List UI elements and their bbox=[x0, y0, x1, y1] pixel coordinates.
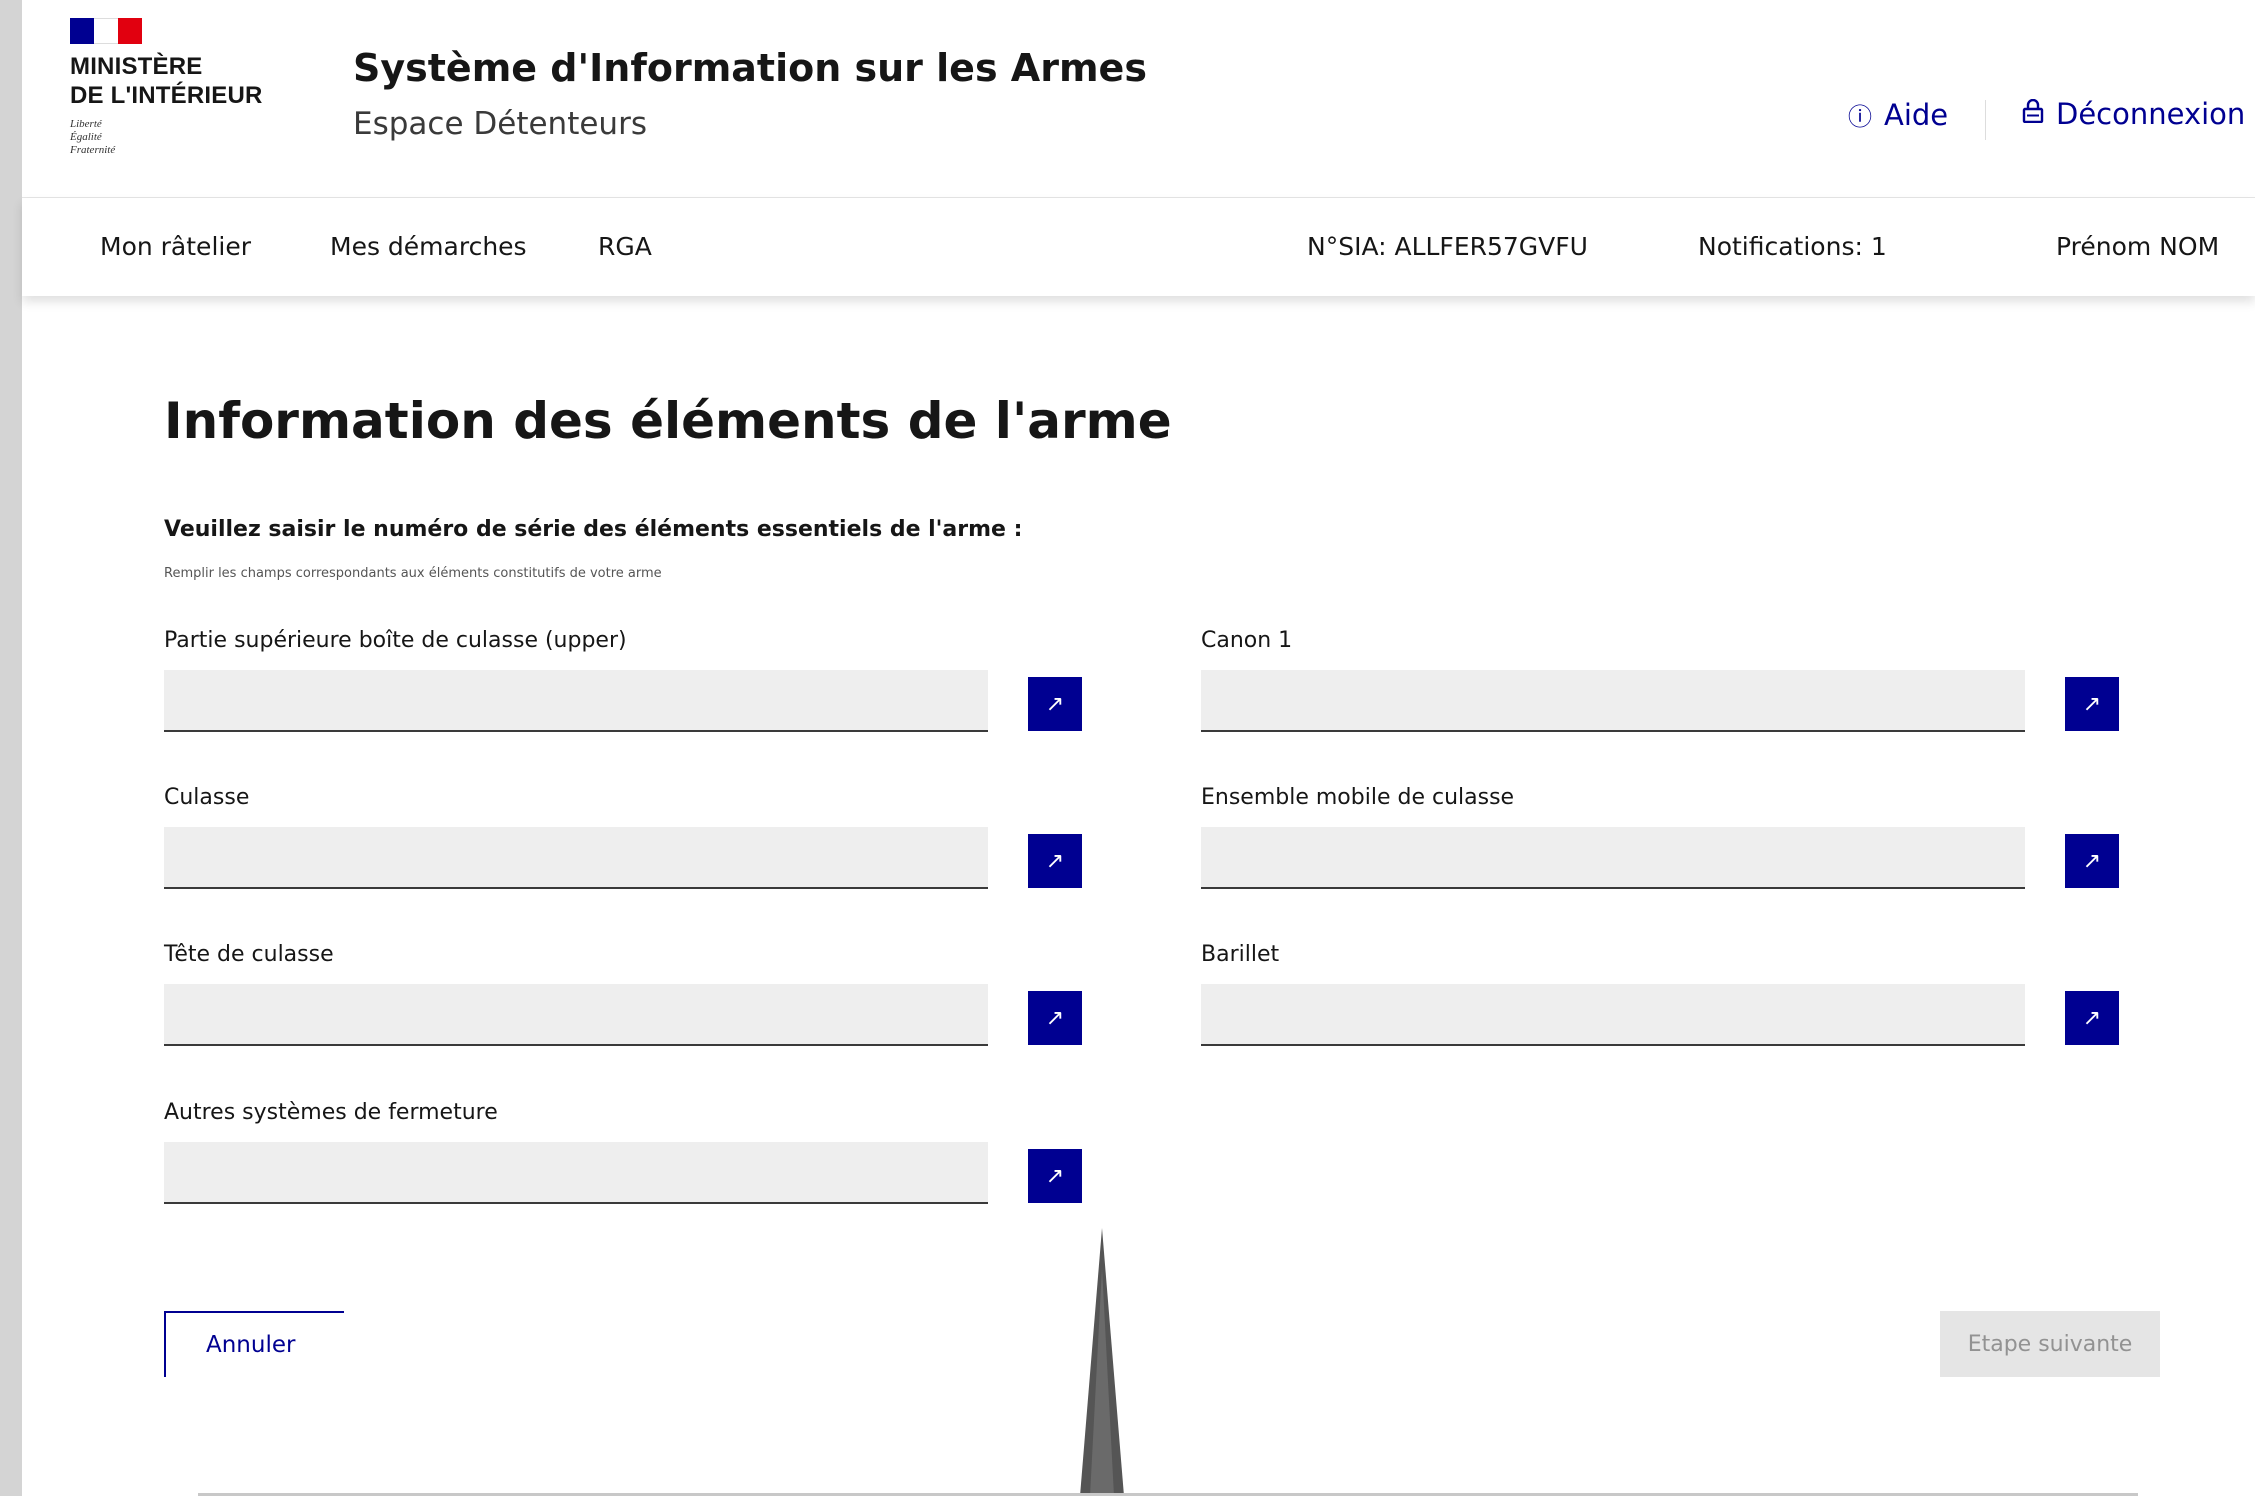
label-ensemble-mobile: Ensemble mobile de culasse bbox=[1201, 785, 1515, 810]
nav-item-notifications[interactable]: Notifications: 1 bbox=[1698, 232, 1887, 261]
ensemble-mobile-link-button[interactable]: ↗ bbox=[2065, 834, 2119, 888]
external-link-icon: ↗ bbox=[2082, 848, 2102, 874]
canon-1-input[interactable] bbox=[1201, 670, 2025, 732]
window-left-edge bbox=[0, 0, 22, 1496]
toolbar-divider bbox=[1985, 100, 1986, 140]
nav-item-rga[interactable]: RGA bbox=[598, 232, 652, 261]
republic-motto: Liberté Égalité Fraternité bbox=[70, 118, 115, 157]
page: MINISTÈRE DE L'INTÉRIEUR Liberté Égalité… bbox=[22, 0, 2255, 1496]
nav-item-mes-demarches[interactable]: Mes démarches bbox=[330, 232, 527, 261]
ministry-line-1: MINISTÈRE bbox=[70, 53, 203, 80]
label-upper-receiver: Partie supérieure boîte de culasse (uppe… bbox=[164, 628, 627, 653]
site-header: MINISTÈRE DE L'INTÉRIEUR Liberté Égalité… bbox=[22, 0, 2255, 198]
label-autres-systemes: Autres systèmes de fermeture bbox=[164, 1100, 498, 1125]
site-subtitle: Espace Détenteurs bbox=[353, 106, 647, 142]
upper-receiver-input[interactable] bbox=[164, 670, 988, 732]
barillet-link-button[interactable]: ↗ bbox=[2065, 991, 2119, 1045]
label-barillet: Barillet bbox=[1201, 942, 1280, 967]
label-canon-1: Canon 1 bbox=[1201, 628, 1293, 653]
external-link-icon: ↗ bbox=[2082, 1005, 2102, 1031]
ministry-line-2: DE L'INTÉRIEUR bbox=[70, 82, 263, 109]
barillet-input[interactable] bbox=[1201, 984, 2025, 1046]
autres-systemes-input[interactable] bbox=[164, 1142, 988, 1204]
autres-systemes-link-button[interactable]: ↗ bbox=[1028, 1149, 1082, 1203]
external-link-icon: ↗ bbox=[1045, 1163, 1065, 1189]
annotation-arrow-icon bbox=[1080, 1228, 1124, 1496]
tete-de-culasse-link-button[interactable]: ↗ bbox=[1028, 991, 1082, 1045]
ensemble-mobile-input[interactable] bbox=[1201, 827, 2025, 889]
help-link[interactable]: ⓘ Aide bbox=[1848, 97, 1948, 132]
external-link-icon: ↗ bbox=[1045, 1005, 1065, 1031]
lock-icon bbox=[2022, 98, 2044, 129]
culasse-input[interactable] bbox=[164, 827, 988, 889]
page-title: Information des éléments de l'arme bbox=[164, 392, 1172, 450]
site-title[interactable]: Système d'Information sur les Armes bbox=[353, 46, 1147, 90]
info-icon: ⓘ bbox=[1848, 103, 1872, 131]
motto-liberte: Liberté bbox=[70, 118, 102, 130]
sia-number: N°SIA: ALLFER57GVFU bbox=[1307, 232, 1588, 261]
logout-link[interactable]: Déconnexion bbox=[2022, 97, 2245, 131]
help-label: Aide bbox=[1884, 97, 1949, 132]
form-instruction: Veuillez saisir le numéro de série des é… bbox=[164, 517, 1023, 542]
ministry-logo-text[interactable]: MINISTÈRE DE L'INTÉRIEUR bbox=[70, 52, 263, 110]
label-culasse: Culasse bbox=[164, 785, 250, 810]
label-tete-de-culasse: Tête de culasse bbox=[164, 942, 334, 967]
tete-de-culasse-input[interactable] bbox=[164, 984, 988, 1046]
culasse-link-button[interactable]: ↗ bbox=[1028, 834, 1082, 888]
canon-1-link-button[interactable]: ↗ bbox=[2065, 677, 2119, 731]
nav-item-mon-ratelier[interactable]: Mon râtelier bbox=[100, 232, 251, 261]
logout-label: Déconnexion bbox=[2056, 97, 2246, 131]
motto-egalite: Égalité bbox=[70, 131, 102, 143]
external-link-icon: ↗ bbox=[2082, 691, 2102, 717]
cancel-button[interactable]: Annuler bbox=[164, 1311, 344, 1377]
external-link-icon: ↗ bbox=[1045, 848, 1065, 874]
external-link-icon: ↗ bbox=[1045, 691, 1065, 717]
marianne-flag-icon bbox=[70, 18, 142, 44]
nav-item-user[interactable]: Prénom NOM bbox=[2056, 232, 2219, 261]
motto-fraternite: Fraternité bbox=[70, 144, 116, 156]
upper-receiver-link-button[interactable]: ↗ bbox=[1028, 677, 1082, 731]
form-hint: Remplir les champs correspondants aux él… bbox=[164, 566, 662, 581]
next-step-button[interactable]: Etape suivante bbox=[1940, 1311, 2160, 1377]
main-navigation: Mon râtelier Mes démarches RGA N°SIA: AL… bbox=[22, 198, 2255, 296]
